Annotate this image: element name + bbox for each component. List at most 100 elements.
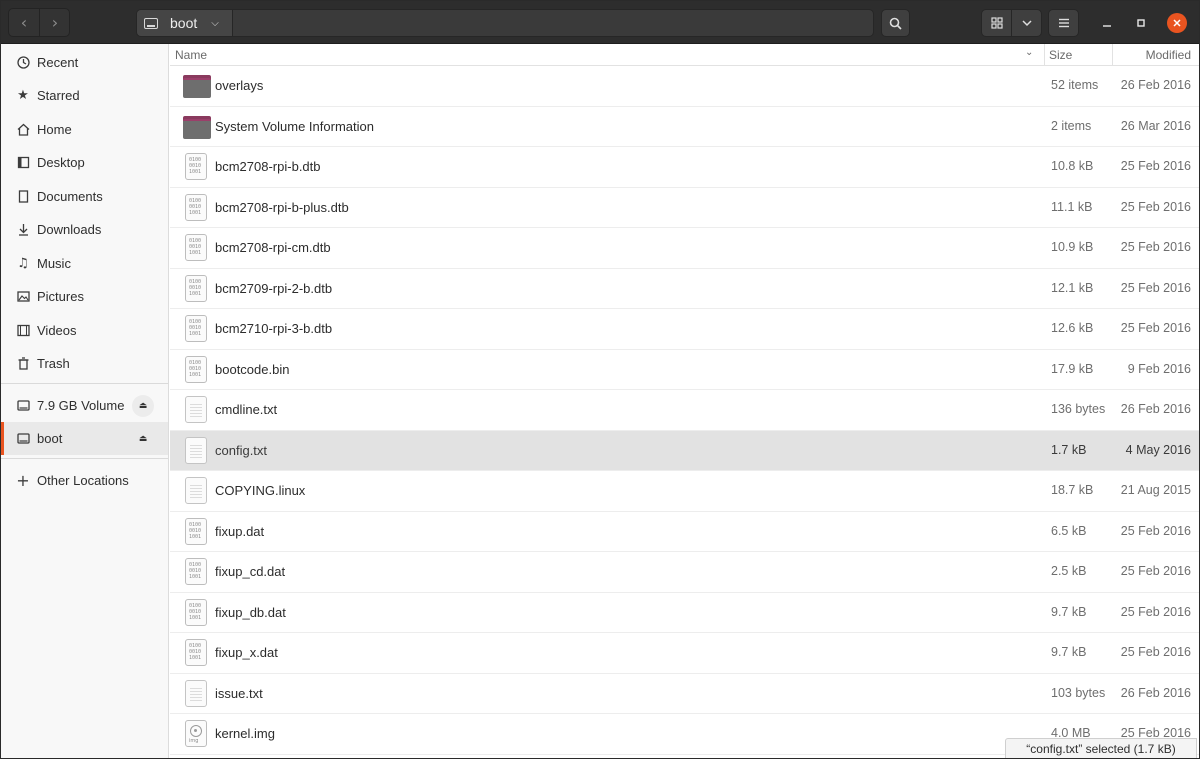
sidebar-item-documents[interactable]: Documents (1, 180, 168, 213)
file-row[interactable]: config.txt 1.7 kB 4 May 2016 (170, 430, 1199, 471)
sidebar-item-boot[interactable]: boot ⏏ (1, 422, 168, 455)
music-icon: ♫ (17, 256, 29, 271)
chevron-down-icon[interactable]: ⌵ (211, 18, 219, 29)
downloads-icon (16, 223, 30, 237)
sidebar-item-music[interactable]: ♫ Music (1, 247, 168, 280)
sidebar-item-recent[interactable]: Recent (1, 46, 168, 79)
sidebar-divider (1, 383, 168, 384)
path-segment-boot[interactable]: boot ⌵ (137, 10, 233, 36)
minimize-button[interactable] (1098, 14, 1116, 32)
file-size: 11.1 kB (1051, 199, 1093, 214)
file-row[interactable]: 0100 0010 1001 fixup_x.dat 9.7 kB 25 Feb 2016 (170, 633, 1199, 674)
sidebar-item-label: Pictures (37, 289, 84, 304)
column-header: Name ⌄ Size Modified (170, 44, 1199, 66)
file-modified: 26 Feb 2016 (1120, 685, 1191, 700)
sidebar-item-trash[interactable]: Trash (1, 347, 168, 380)
file-size: 17.9 kB (1051, 361, 1094, 376)
file-name: System Volume Information (215, 118, 374, 134)
file-modified: 25 Feb 2016 (1120, 523, 1191, 538)
sidebar-item-label: boot (37, 431, 63, 446)
file-size: 2.5 kB (1051, 564, 1087, 578)
file-row[interactable]: 0100 0010 1001 bcm2708-rpi-b.dtb 10.8 kB 25 F… (170, 147, 1199, 188)
file-row[interactable]: 0100 0010 1001 bcm2710-rpi-3-b.dtb 12.6 kB 25… (170, 309, 1199, 350)
maximize-button[interactable] (1132, 14, 1150, 32)
sidebar-item-label: Trash (37, 356, 70, 371)
sidebar-divider (1, 458, 168, 459)
chevron-left-icon: ‹ (20, 13, 28, 32)
maximize-icon (1137, 19, 1145, 27)
file-row[interactable]: issue.txt 103 bytes 26 Feb 2016 (170, 674, 1199, 714)
binary-file-icon: 0100 0010 1001 (183, 598, 209, 627)
binary-file-icon: 0100 0010 1001 (183, 517, 209, 546)
file-size: 18.7 kB (1051, 483, 1094, 497)
binary-file-icon: 0100 0010 1001 (183, 315, 209, 343)
sidebar-item-label: Downloads (37, 222, 102, 237)
file-row[interactable]: overlays 52 items 26 Feb 2016 (170, 66, 1199, 107)
sidebar-item-label: Starred (37, 88, 80, 103)
minimize-icon (1103, 25, 1111, 27)
sidebar-item-starred[interactable]: ★ Starred (1, 79, 168, 112)
forward-button[interactable]: › (40, 8, 70, 37)
documents-icon (16, 190, 30, 204)
file-row[interactable]: 0100 0010 1001 fixup_db.dat 9.7 kB 25 Feb 201… (170, 593, 1199, 633)
column-modified-header[interactable]: Modified (1146, 48, 1191, 62)
file-row[interactable]: cmdline.txt 136 bytes 26 Feb 2016 (170, 390, 1199, 431)
file-list: Name ⌄ Size Modified overlays 52 items 26 … (170, 44, 1199, 758)
grid-view-button[interactable] (981, 9, 1012, 37)
file-row[interactable]: 0100 0010 1001 bcm2708-rpi-b-plus.dtb 11.1 k… (170, 188, 1199, 228)
file-modified: 26 Feb 2016 (1120, 402, 1191, 416)
file-size: 136 bytes (1051, 402, 1106, 416)
file-size: 6.5 kB (1051, 523, 1087, 538)
sidebar-item-label: Desktop (37, 155, 85, 170)
sidebar-item-volume[interactable]: 7.9 GB Volume ⏏ (1, 389, 168, 422)
binary-file-icon: 0100 0010 1001 (183, 274, 209, 303)
file-modified: 25 Feb 2016 (1120, 321, 1191, 335)
star-icon: ★ (17, 88, 29, 103)
trash-icon (16, 357, 30, 371)
sidebar-item-pictures[interactable]: Pictures (1, 280, 168, 313)
file-rows: overlays 52 items 26 Feb 2016 System Volume… (170, 66, 1199, 755)
sidebar-item-videos[interactable]: Videos (1, 314, 168, 347)
view-options-button[interactable] (1011, 9, 1042, 37)
sidebar-item-label: Other Locations (37, 473, 129, 488)
folder-icon (183, 113, 211, 141)
file-name: bcm2710-rpi-3-b.dtb (215, 321, 333, 336)
file-name: COPYING.linux (215, 483, 306, 498)
sidebar-item-downloads[interactable]: Downloads (1, 213, 168, 246)
file-row[interactable]: 0100 0010 1001 fixup.dat 6.5 kB 25 Feb 2016 (170, 512, 1199, 552)
hamburger-icon (1058, 18, 1069, 28)
sidebar-item-label: Music (37, 256, 71, 271)
file-row[interactable]: 0100 0010 1001 bcm2708-rpi-cm.dtb 10.9 kB 25 … (170, 228, 1199, 269)
file-row[interactable]: System Volume Information 2 items 26 Mar 2… (170, 107, 1199, 147)
path-bar[interactable]: boot ⌵ (136, 9, 874, 37)
sidebar-item-other-locations[interactable]: + Other Locations (1, 464, 168, 497)
sidebar-item-label: Documents (37, 189, 103, 204)
column-name-header[interactable]: Name (175, 48, 207, 62)
sidebar-item-home[interactable]: Home (1, 113, 168, 146)
menu-button[interactable] (1048, 9, 1079, 37)
back-button[interactable]: ‹ (9, 8, 39, 37)
column-divider (1112, 44, 1113, 66)
binary-file-icon: 0100 0010 1001 (183, 558, 209, 586)
disk-image-icon: img (183, 720, 209, 748)
binary-file-icon: 0100 0010 1001 (183, 234, 209, 262)
column-size-header[interactable]: Size (1049, 48, 1072, 62)
file-size: 9.7 kB (1051, 604, 1087, 619)
file-row[interactable]: COPYING.linux 18.7 kB 21 Aug 2015 (170, 471, 1199, 512)
file-name: bcm2708-rpi-b-plus.dtb (215, 199, 349, 215)
file-row[interactable]: 0100 0010 1001 bootcode.bin 17.9 kB 9 Feb 201… (170, 350, 1199, 390)
file-modified: 21 Aug 2015 (1120, 483, 1191, 497)
plus-icon: + (16, 471, 30, 490)
file-modified: 25 Feb 2016 (1120, 159, 1191, 173)
home-icon (16, 123, 30, 137)
file-row[interactable]: 0100 0010 1001 bcm2709-rpi-2-b.dtb 12.1 kB 25… (170, 269, 1199, 309)
file-row[interactable]: 0100 0010 1001 fixup_cd.dat 2.5 kB 25 Feb 201… (170, 552, 1199, 593)
sidebar: Recent ★ Starred Home Desktop Documents (1, 44, 169, 758)
sidebar-item-label: Home (37, 122, 72, 137)
sidebar-item-desktop[interactable]: Desktop (1, 146, 168, 179)
search-button[interactable] (881, 9, 910, 37)
close-button[interactable] (1167, 13, 1187, 33)
eject-icon[interactable]: ⏏ (132, 395, 154, 417)
folder-icon (183, 72, 211, 100)
eject-icon[interactable]: ⏏ (132, 428, 154, 450)
